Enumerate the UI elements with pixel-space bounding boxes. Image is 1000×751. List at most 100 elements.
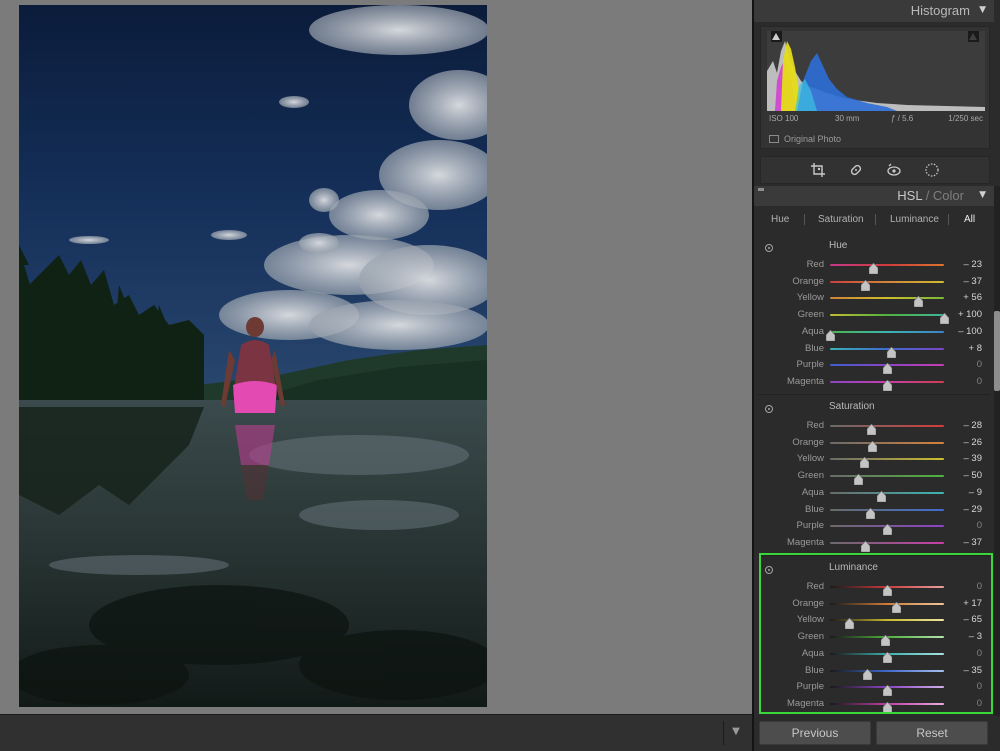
- collapse-triangle-icon[interactable]: ▼: [979, 190, 986, 200]
- slider-value[interactable]: + 100: [958, 309, 982, 320]
- shadow-clipping-icon[interactable]: [771, 31, 782, 42]
- slider-track[interactable]: [830, 379, 944, 392]
- original-photo-checkbox[interactable]: [769, 135, 779, 143]
- original-photo-toggle[interactable]: Original Photo: [769, 134, 841, 144]
- slider-value[interactable]: + 56: [963, 292, 982, 303]
- slider-track[interactable]: [830, 540, 944, 553]
- slider-value[interactable]: – 39: [964, 453, 983, 464]
- crop-icon[interactable]: [809, 161, 827, 179]
- slider-thumb[interactable]: [862, 665, 872, 680]
- highlight-clipping-icon[interactable]: [968, 31, 979, 42]
- slider-value[interactable]: 0: [977, 520, 982, 531]
- slider-value[interactable]: – 50: [964, 470, 983, 481]
- slider-value[interactable]: 0: [977, 581, 982, 592]
- slider-track[interactable]: [830, 262, 944, 275]
- slider-value[interactable]: – 37: [964, 537, 983, 548]
- tab-luminance[interactable]: Luminance: [890, 214, 939, 225]
- slider-thumb[interactable]: [865, 504, 876, 519]
- slider-thumb[interactable]: [886, 343, 897, 358]
- slider-thumb[interactable]: [882, 376, 892, 392]
- slider-value[interactable]: – 37: [964, 276, 983, 287]
- slider-track[interactable]: [830, 634, 944, 647]
- slider-thumb[interactable]: [882, 698, 892, 714]
- slider-value[interactable]: 0: [977, 698, 982, 709]
- slider-value[interactable]: – 26: [964, 437, 983, 448]
- slider-thumb[interactable]: [882, 520, 892, 536]
- slider-value[interactable]: – 100: [958, 326, 982, 337]
- slider-thumb[interactable]: [882, 681, 892, 697]
- slider-value[interactable]: + 17: [963, 598, 982, 609]
- hsl-color-header[interactable]: HSL / Color ▼: [754, 186, 994, 206]
- slider-thumb[interactable]: [867, 437, 877, 452]
- slider-thumb[interactable]: [825, 326, 835, 342]
- slider-thumb[interactable]: [882, 648, 892, 664]
- slider-track[interactable]: [830, 423, 944, 436]
- slider-value[interactable]: – 23: [964, 259, 983, 270]
- slider-thumb[interactable]: [877, 487, 887, 503]
- slider-thumb[interactable]: [882, 581, 892, 597]
- slider-thumb[interactable]: [891, 598, 902, 613]
- slider-track[interactable]: [830, 279, 944, 291]
- slider-track[interactable]: [830, 440, 944, 452]
- slider-track[interactable]: [830, 295, 944, 308]
- hsl-title-label[interactable]: HSL: [897, 188, 922, 203]
- slider-track[interactable]: [830, 668, 944, 680]
- healing-icon[interactable]: [847, 161, 865, 179]
- slider-track[interactable]: [830, 473, 944, 486]
- target-adjust-icon[interactable]: [765, 405, 773, 413]
- slider-track[interactable]: [830, 651, 944, 664]
- photo-canvas[interactable]: [0, 0, 752, 714]
- slider-value[interactable]: + 8: [969, 343, 982, 354]
- chevron-down-icon[interactable]: ▼: [728, 724, 744, 740]
- slider-track[interactable]: [830, 584, 944, 597]
- slider-value[interactable]: 0: [977, 648, 982, 659]
- slider-value[interactable]: 0: [977, 376, 982, 387]
- color-title-label[interactable]: Color: [933, 188, 964, 203]
- target-adjust-icon[interactable]: [765, 244, 773, 252]
- tab-all[interactable]: All: [964, 214, 975, 225]
- slider-track[interactable]: [830, 701, 944, 714]
- slider-thumb[interactable]: [859, 453, 870, 469]
- mask-icon[interactable]: [923, 161, 941, 179]
- slider-thumb[interactable]: [866, 420, 876, 436]
- reset-button[interactable]: Reset: [876, 721, 988, 745]
- slider-track[interactable]: [825, 329, 944, 342]
- slider-value[interactable]: – 28: [964, 420, 983, 431]
- slider-track[interactable]: [830, 456, 944, 469]
- slider-track[interactable]: [830, 362, 944, 375]
- slider-track[interactable]: [830, 507, 944, 519]
- red-eye-icon[interactable]: [885, 161, 903, 179]
- panel-scrollbar[interactable]: [994, 186, 1000, 716]
- histogram-header[interactable]: Histogram ▼: [754, 0, 994, 22]
- slider-thumb[interactable]: [880, 631, 891, 647]
- scrollbar-thumb[interactable]: [994, 311, 1000, 391]
- slider-thumb[interactable]: [861, 537, 871, 553]
- slider-track[interactable]: [830, 523, 944, 536]
- slider-value[interactable]: – 29: [964, 504, 983, 515]
- collapse-triangle-icon[interactable]: ▼: [979, 5, 986, 15]
- slider-track[interactable]: [830, 346, 944, 358]
- tab-saturation[interactable]: Saturation: [818, 214, 864, 225]
- slider-thumb[interactable]: [861, 276, 871, 291]
- previous-button[interactable]: Previous: [759, 721, 871, 745]
- slider-value[interactable]: – 35: [964, 665, 983, 676]
- slider-thumb[interactable]: [939, 309, 949, 325]
- photo-preview[interactable]: [19, 5, 487, 707]
- slider-value[interactable]: – 65: [964, 614, 983, 625]
- tab-hue[interactable]: Hue: [771, 214, 789, 225]
- slider-thumb[interactable]: [869, 259, 879, 275]
- histogram-graph[interactable]: [767, 31, 985, 111]
- slider-value[interactable]: – 9: [969, 487, 982, 498]
- slider-thumb[interactable]: [853, 470, 864, 486]
- slider-thumb[interactable]: [845, 614, 855, 630]
- slider-track[interactable]: [830, 617, 944, 630]
- target-adjust-icon[interactable]: [765, 566, 773, 574]
- slider-value[interactable]: 0: [977, 359, 982, 370]
- slider-track[interactable]: [830, 601, 944, 613]
- slider-track[interactable]: [830, 490, 944, 503]
- slider-value[interactable]: – 3: [969, 631, 982, 642]
- slider-track[interactable]: [830, 684, 944, 697]
- slider-thumb[interactable]: [914, 292, 924, 308]
- slider-value[interactable]: 0: [977, 681, 982, 692]
- slider-thumb[interactable]: [882, 359, 892, 375]
